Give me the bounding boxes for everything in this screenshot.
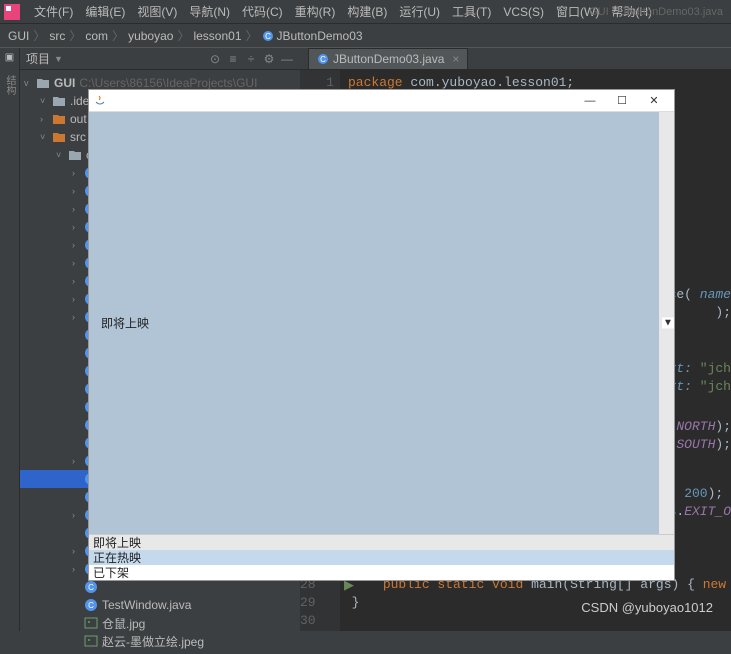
maximize-button[interactable]: ☐ xyxy=(606,91,638,111)
java-class-icon: C xyxy=(262,30,274,42)
menu-file[interactable]: 文件(F) xyxy=(28,3,79,20)
combo-selected[interactable]: 即将上映 xyxy=(89,535,674,550)
breadcrumb-part[interactable]: GUI xyxy=(8,29,29,43)
folder-orange-icon xyxy=(52,130,66,144)
java-class-icon: C xyxy=(317,53,329,65)
tab-label: JButtonDemo03.java xyxy=(333,52,444,66)
menu-navigate[interactable]: 导航(N) xyxy=(183,3,236,20)
svg-text:C: C xyxy=(88,601,94,610)
breadcrumb-part[interactable]: com xyxy=(85,29,108,43)
svg-text:C: C xyxy=(320,55,326,64)
java-cup-icon xyxy=(93,94,107,108)
chevron-down-icon[interactable]: ▼ xyxy=(54,54,63,64)
folder-icon xyxy=(52,94,66,108)
window-title: GUI – JButtonDemo03.java xyxy=(589,6,723,18)
editor-tabs: C JButtonDemo03.java × xyxy=(300,48,731,70)
minimize-button[interactable]: — xyxy=(574,91,606,111)
java-app-window[interactable]: — ☐ ✕ 即将上映 ▼ 即将上映 正在热映 已下架 xyxy=(88,89,675,581)
combo-option[interactable]: 正在热映 xyxy=(89,550,674,565)
tree-node[interactable]: 仓鼠.jpg xyxy=(20,614,300,632)
close-icon[interactable]: × xyxy=(452,52,459,66)
structure-tab[interactable]: 结构 xyxy=(2,75,17,95)
combo-option[interactable]: 已下架 xyxy=(89,565,674,580)
tree-node[interactable]: C TestWindow.java xyxy=(20,596,300,614)
window-titlebar[interactable]: — ☐ ✕ xyxy=(89,90,674,112)
expand-icon[interactable]: ≡ xyxy=(226,52,240,66)
menu-view[interactable]: 视图(V) xyxy=(131,3,183,20)
watermark: CSDN @yuboyao1012 xyxy=(581,600,713,615)
menu-code[interactable]: 代码(C) xyxy=(236,3,289,20)
breadcrumb-part[interactable]: lesson01 xyxy=(193,29,241,43)
d|dropdown-arrow-icon[interactable]: ▼ xyxy=(662,318,674,329)
menu-refactor[interactable]: 重构(R) xyxy=(289,3,342,20)
collapse-icon[interactable]: ÷ xyxy=(244,52,258,66)
breadcrumb-part[interactable]: src xyxy=(49,29,65,43)
svg-text:C: C xyxy=(265,32,271,41)
folder-icon xyxy=(68,148,82,162)
menu-edit[interactable]: 编辑(E) xyxy=(79,3,131,20)
close-button[interactable]: ✕ xyxy=(638,91,670,111)
gear-icon[interactable]: ⚙ xyxy=(262,52,276,66)
window-content: 即将上映 ▼ xyxy=(89,112,674,534)
menu-build[interactable]: 构建(B) xyxy=(341,3,393,20)
tree-node[interactable]: 赵云-墨做立绘.jpeg xyxy=(20,632,300,650)
breadcrumb: GUI〉 src〉 com〉 yuboyao〉 lesson01〉 C JBut… xyxy=(0,24,731,48)
java-icon: C xyxy=(84,598,98,612)
breadcrumb-part[interactable]: JButtonDemo03 xyxy=(277,29,363,43)
project-tool-icon[interactable]: ▣ xyxy=(5,52,14,63)
svg-text:C: C xyxy=(88,583,94,592)
app-logo-icon xyxy=(4,4,20,20)
menu-run[interactable]: 运行(U) xyxy=(393,3,446,20)
left-gutter: ▣ 结构 xyxy=(0,48,20,631)
menu-vcs[interactable]: VCS(S) xyxy=(497,5,550,19)
img-icon xyxy=(84,616,98,630)
center-label: 即将上映 xyxy=(101,315,149,332)
menu-tools[interactable]: 工具(T) xyxy=(446,3,497,20)
breadcrumb-part[interactable]: yuboyao xyxy=(128,29,173,43)
editor-tab[interactable]: C JButtonDemo03.java × xyxy=(308,48,468,70)
folder-orange-icon xyxy=(52,112,66,126)
project-panel-header: 项目 ▼ ⊙ ≡ ÷ ⚙ — xyxy=(20,48,300,70)
combobox-popup[interactable]: 即将上映 正在热映 已下架 xyxy=(89,534,674,580)
hide-icon[interactable]: — xyxy=(280,52,294,66)
locate-icon[interactable]: ⊙ xyxy=(208,52,222,66)
java-icon: C xyxy=(84,580,98,594)
menu-bar: 文件(F) 编辑(E) 视图(V) 导航(N) 代码(C) 重构(R) 构建(B… xyxy=(0,0,731,24)
img-icon xyxy=(84,634,98,648)
project-title: 项目 xyxy=(26,50,50,67)
